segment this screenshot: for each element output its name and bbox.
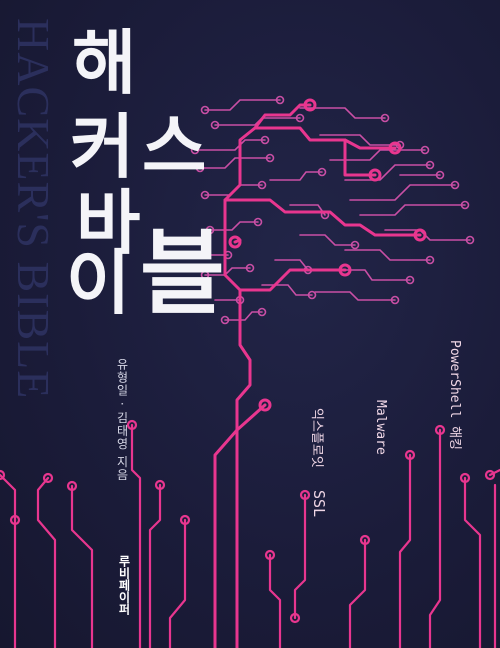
title-char-6: 블 [140,220,225,327]
book-cover: HACKER'S BIBLE 해 커 스 바 이 블 PowerShell 해킹… [0,0,500,648]
topic-powershell: PowerShell 해킹 [447,340,462,451]
topic-exploit: 익스플로잇 [309,408,324,468]
background-english-title: HACKER'S BIBLE [8,18,59,400]
title-char-3: 스 [142,106,207,188]
topic-malware: Malware [373,400,388,455]
publisher-logo: 루비페이퍼 [117,555,131,615]
title-char-5: 이 [66,242,131,324]
title-char-1: 해 [72,22,137,104]
title-char-2: 커 [70,106,135,188]
topic-ssl: SSL [310,490,328,518]
authors: 유형일 · 김태영 지음 [115,358,129,482]
